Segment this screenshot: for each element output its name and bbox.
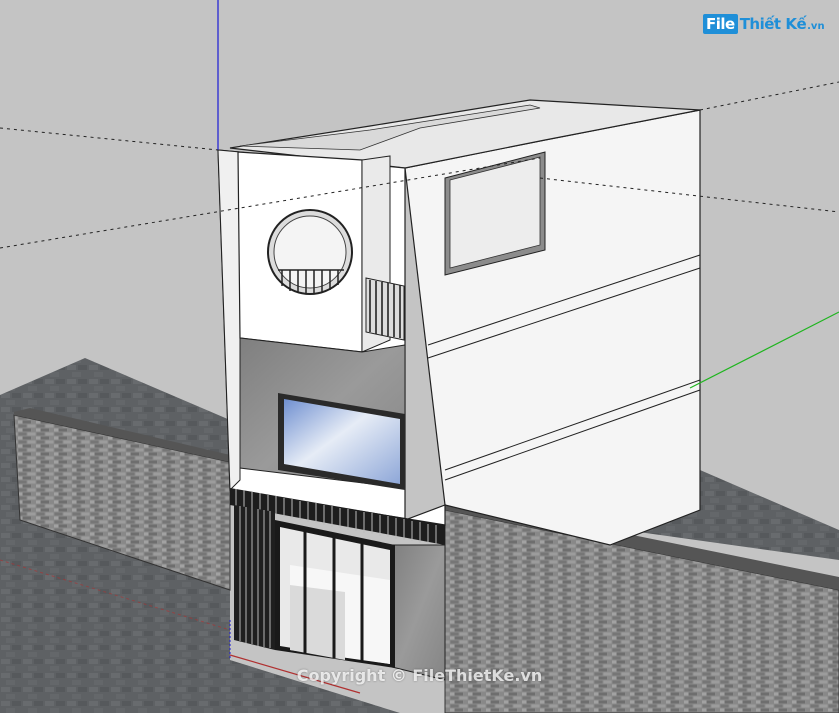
ground-concrete-block [391, 544, 446, 681]
balcony-railing [365, 277, 405, 341]
filethietke-logo: File Thiết Kế .vn [703, 14, 825, 34]
logo-file-text: File [703, 14, 738, 34]
viewport[interactable]: File Thiết Kế .vn Copyright © FileThietK… [0, 0, 839, 713]
green-axis-line [689, 311, 839, 389]
logo-name-text: Thiết Kế [739, 15, 807, 33]
copyright-watermark: Copyright © FileThietKe.vn [296, 666, 543, 685]
3d-scene[interactable] [0, 0, 839, 713]
dashed-guide-4 [699, 81, 839, 111]
logo-badge: File Thiết Kế .vn [703, 14, 825, 34]
dashed-guide-1 [0, 127, 219, 151]
building-side [404, 109, 701, 546]
logo-tld-text: .vn [807, 21, 825, 32]
